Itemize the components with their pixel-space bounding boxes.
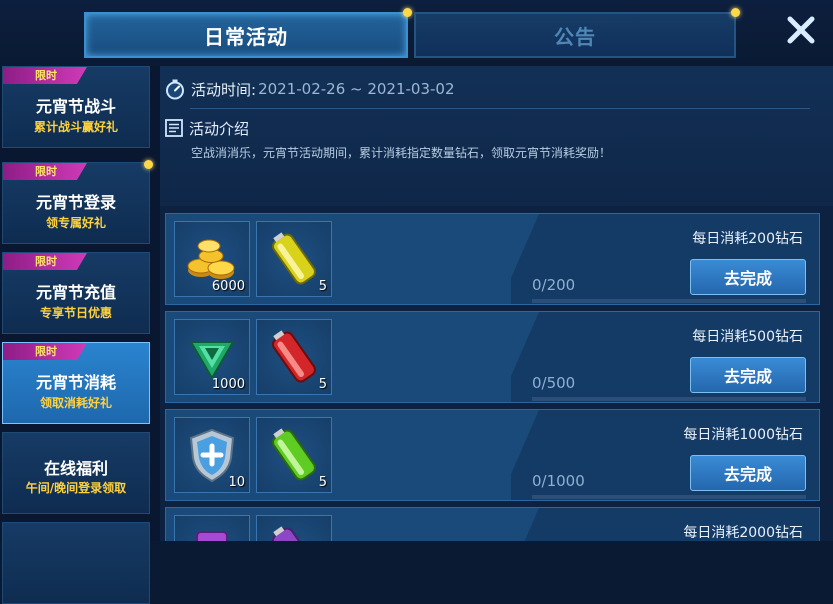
task-progress: 0/1000 bbox=[532, 472, 585, 490]
reward-slot[interactable] bbox=[174, 515, 250, 541]
go-complete-button[interactable]: 去完成 bbox=[690, 357, 806, 393]
task-row: 每日消耗2000钻石 bbox=[165, 507, 820, 541]
reward-quantity: 5 bbox=[318, 279, 327, 294]
reward-slot[interactable]: 5 bbox=[256, 221, 332, 297]
reward-slot[interactable] bbox=[256, 515, 332, 541]
go-complete-button[interactable]: 去完成 bbox=[690, 259, 806, 295]
divider bbox=[190, 108, 810, 109]
go-complete-button[interactable]: 去完成 bbox=[690, 455, 806, 491]
purple-battery-icon bbox=[272, 526, 316, 541]
yellow-battery-icon bbox=[272, 232, 316, 285]
activity-intro-label: 活动介绍 bbox=[189, 119, 250, 138]
task-progress: 0/200 bbox=[532, 276, 576, 294]
stopwatch-icon bbox=[166, 79, 184, 100]
sidebar-item-lantern-consume[interactable]: 限时 元宵节消耗 领取消耗好礼 bbox=[2, 342, 150, 424]
tab-label: 日常活动 bbox=[204, 24, 288, 49]
sidebar-item-subtitle: 累计战斗赢好礼 bbox=[33, 120, 118, 134]
sidebar-item-lantern-recharge[interactable]: 限时 元宵节充值 专享节日优惠 bbox=[2, 252, 150, 334]
sidebar-item-online-welfare[interactable]: 在线福利 午间/晚间登录领取 bbox=[2, 432, 150, 514]
reward-quantity: 6000 bbox=[211, 279, 245, 294]
close-button[interactable] bbox=[781, 10, 821, 50]
sidebar-item-title: 元宵节战斗 bbox=[35, 97, 116, 116]
reward-quantity: 10 bbox=[228, 475, 245, 490]
sidebar-item-subtitle: 领专属好礼 bbox=[45, 216, 106, 230]
reward-slot[interactable]: 1000 bbox=[174, 319, 250, 395]
activity-intro: 活动介绍 bbox=[164, 116, 249, 140]
sidebar-item-title: 元宵节消耗 bbox=[35, 373, 116, 392]
reward-slot[interactable]: 10 bbox=[174, 417, 250, 493]
sidebar-item-lantern-battle[interactable]: 限时 元宵节战斗 累计战斗赢好礼 bbox=[2, 66, 150, 148]
sidebar-item-title: 在线福利 bbox=[43, 459, 108, 478]
tab-daily-activities[interactable]: 日常活动 bbox=[84, 8, 412, 58]
notification-dot bbox=[403, 8, 412, 17]
task-row: 1000 5 每日消耗500钻石 0/500 去完成 bbox=[165, 311, 820, 403]
progress-bar bbox=[532, 495, 806, 499]
progress-bar bbox=[532, 299, 806, 303]
tab-announcement[interactable]: 公告 bbox=[414, 8, 740, 58]
reward-quantity: 1000 bbox=[211, 377, 245, 392]
activity-info-panel: 活动时间: 2021-02-26 ~ 2021-03-02 活动介绍 空战消消乐… bbox=[160, 66, 833, 206]
task-requirement: 每日消耗1000钻石 bbox=[683, 427, 803, 443]
task-progress: 0/500 bbox=[532, 374, 576, 392]
sidebar-item-title: 元宵节登录 bbox=[35, 193, 116, 212]
purple-item-icon bbox=[196, 531, 228, 541]
activity-description: 空战消消乐，元宵节活动期间，累计消耗指定数量钻石，领取元宵节消耗奖励！ bbox=[191, 146, 612, 160]
sidebar-item-subtitle: 专享节日优惠 bbox=[39, 306, 112, 320]
limited-badge: 限时 bbox=[3, 163, 87, 180]
task-row: 10 5 每日消耗1000钻石 0/1000 去完成 bbox=[165, 409, 820, 501]
document-icon bbox=[165, 119, 183, 137]
task-requirement: 每日消耗200钻石 bbox=[692, 231, 803, 247]
task-list[interactable]: 6000 5 每日消耗200钻石 0/200 去完成 1000 5 每日消耗50… bbox=[160, 206, 833, 541]
reward-slot[interactable]: 5 bbox=[256, 417, 332, 493]
close-icon bbox=[787, 16, 815, 44]
sidebar-item-lantern-login[interactable]: 限时 元宵节登录 领专属好礼 bbox=[2, 160, 153, 244]
reward-quantity: 5 bbox=[318, 475, 327, 490]
task-requirement: 每日消耗2000钻石 bbox=[683, 525, 803, 541]
red-battery-icon bbox=[272, 330, 316, 383]
activity-time: 活动时间: 2021-02-26 ~ 2021-03-02 bbox=[164, 76, 455, 102]
task-row: 6000 5 每日消耗200钻石 0/200 去完成 bbox=[165, 213, 820, 305]
activity-time-value: 2021-02-26 ~ 2021-03-02 bbox=[258, 80, 455, 98]
limited-badge: 限时 bbox=[3, 253, 87, 270]
tab-label: 公告 bbox=[554, 24, 596, 49]
notification-dot bbox=[144, 160, 153, 169]
activity-time-label: 活动时间: bbox=[191, 80, 257, 99]
limited-badge: 限时 bbox=[3, 67, 87, 84]
sidebar-item-subtitle: 领取消耗好礼 bbox=[39, 396, 112, 410]
notification-dot bbox=[731, 8, 740, 17]
limited-badge: 限时 bbox=[3, 343, 87, 360]
reward-slot[interactable]: 5 bbox=[256, 319, 332, 395]
progress-bar bbox=[532, 397, 806, 401]
sidebar: 限时 元宵节战斗 累计战斗赢好礼 限时 元宵节登录 领专属好礼 限时 元宵节充值… bbox=[0, 66, 160, 604]
sidebar-item-next[interactable] bbox=[2, 522, 150, 604]
task-requirement: 每日消耗500钻石 bbox=[692, 329, 803, 345]
top-bar: 日常活动 公告 bbox=[0, 0, 833, 66]
sidebar-item-subtitle: 午间/晚间登录领取 bbox=[25, 481, 127, 495]
green-battery-icon bbox=[272, 428, 316, 481]
reward-quantity: 5 bbox=[318, 377, 327, 392]
sidebar-item-title: 元宵节充值 bbox=[35, 283, 116, 302]
reward-slot[interactable]: 6000 bbox=[174, 221, 250, 297]
